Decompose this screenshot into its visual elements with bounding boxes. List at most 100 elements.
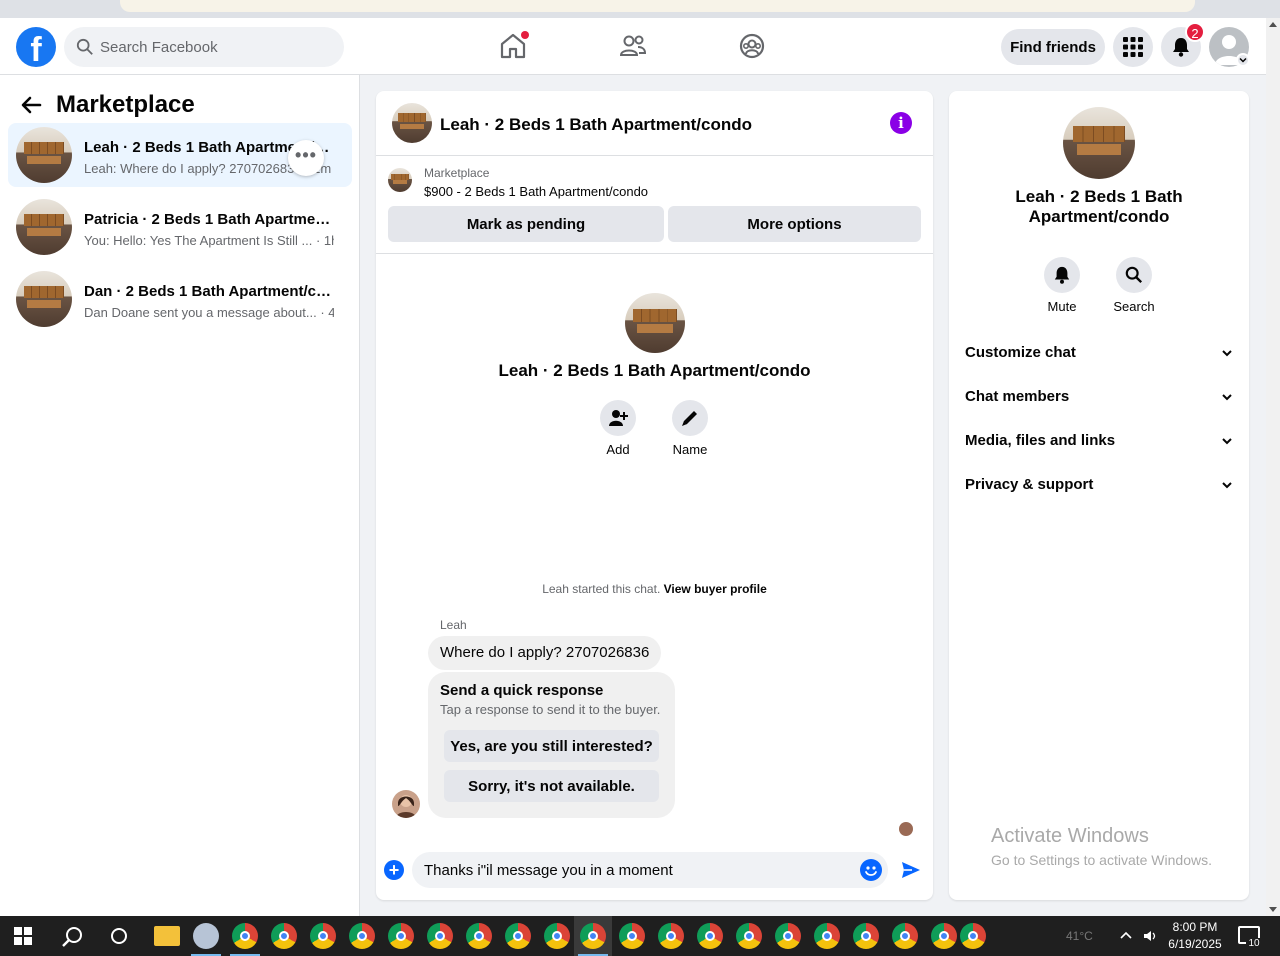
page-scrollbar[interactable]: [1266, 18, 1280, 916]
chat-item-title: Dan · 2 Beds 1 Bath Apartment/condo: [84, 283, 334, 300]
privacy-support-row[interactable]: Privacy & support: [957, 463, 1241, 507]
compose-box[interactable]: [412, 852, 888, 888]
media-files-links-row[interactable]: Media, files and links: [957, 419, 1241, 463]
mark-as-pending-button[interactable]: Mark as pending: [388, 206, 664, 242]
bell-icon: [1054, 266, 1070, 284]
chrome-icon[interactable]: [466, 923, 492, 949]
clock-date: 6/19/2025: [1168, 937, 1222, 951]
chrome-icon[interactable]: [349, 923, 375, 949]
section-label: Chat members: [965, 388, 1070, 405]
more-options-button[interactable]: More options: [668, 206, 921, 242]
more-options-icon[interactable]: •••: [288, 140, 324, 176]
incoming-message-bubble[interactable]: Where do I apply? 2707026836: [428, 636, 662, 670]
address-bar[interactable]: [120, 0, 1195, 12]
back-arrow-icon[interactable]: [20, 94, 42, 116]
top-navigation: f Find friends 2: [0, 18, 1266, 75]
scroll-up-arrow-icon[interactable]: [1269, 22, 1277, 27]
chevron-down-icon: [1222, 438, 1232, 445]
mute-label: Mute: [1047, 299, 1077, 314]
search-action[interactable]: Search: [1104, 257, 1164, 314]
volume-icon[interactable]: [1142, 928, 1158, 944]
quick-reply-button-not-available[interactable]: Sorry, it's not available.: [444, 770, 659, 802]
system-message-text: Leah started this chat.: [542, 582, 661, 596]
view-buyer-profile-link[interactable]: View buyer profile: [664, 582, 767, 596]
chrome-icon[interactable]: [619, 923, 645, 949]
listing-thumbnail: [16, 127, 72, 183]
find-friends-button[interactable]: Find friends: [1001, 29, 1105, 65]
chrome-icon[interactable]: [814, 923, 840, 949]
chat-header-thumbnail[interactable]: [392, 103, 432, 143]
chat-item-preview: You: Hello: Yes The Apartment Is Still .…: [84, 233, 334, 248]
grid-menu-icon: [1123, 37, 1143, 57]
name-action[interactable]: Name: [660, 400, 720, 457]
chrome-icon[interactable]: [853, 923, 879, 949]
activate-windows-watermark: Activate Windows Go to Settings to activ…: [991, 825, 1212, 868]
quick-response-subtitle: Tap a response to send it to the buyer.: [440, 702, 661, 717]
chat-list-item[interactable]: Leah · 2 Beds 1 Bath Apartment/condo Lea…: [8, 123, 352, 187]
windows-start-icon[interactable]: [14, 927, 32, 945]
watermark-line-2: Go to Settings to activate Windows.: [991, 852, 1212, 868]
chrome-icon[interactable]: [736, 923, 762, 949]
chrome-icon[interactable]: [775, 923, 801, 949]
chrome-icon[interactable]: [892, 923, 918, 949]
file-explorer-icon[interactable]: [154, 926, 180, 946]
name-label: Name: [672, 442, 708, 457]
menu-button[interactable]: [1113, 27, 1153, 67]
section-label: Privacy & support: [965, 476, 1094, 493]
chat-list-item[interactable]: Patricia · 2 Beds 1 Bath Apartment/condo…: [8, 195, 352, 259]
facebook-logo-icon[interactable]: f: [16, 27, 56, 67]
chrome-icon[interactable]: [427, 923, 453, 949]
chrome-icon[interactable]: [310, 923, 336, 949]
chat-list-item[interactable]: Dan · 2 Beds 1 Bath Apartment/condo Dan …: [8, 267, 352, 331]
chrome-icon[interactable]: [232, 923, 258, 949]
chevron-down-icon: [1222, 394, 1232, 401]
chrome-icon[interactable]: [697, 923, 723, 949]
taskbar-search-icon[interactable]: [60, 925, 84, 949]
chat-started-message: Leah started this chat. View buyer profi…: [376, 582, 933, 596]
search-icon: [1125, 266, 1143, 284]
chrome-icon[interactable]: [658, 923, 684, 949]
task-view-icon[interactable]: [111, 928, 127, 944]
account-chevron-icon[interactable]: [1236, 53, 1250, 67]
listing-price[interactable]: $900 - 2 Beds 1 Bath Apartment/condo: [424, 184, 648, 199]
search-icon: [76, 38, 93, 55]
quick-reply-button-interested[interactable]: Yes, are you still interested?: [444, 730, 659, 762]
listing-small-thumbnail: [388, 168, 412, 192]
conversation-title: Leah · 2 Beds 1 Bath Apartment/condo: [498, 361, 811, 380]
chrome-icon[interactable]: [388, 923, 414, 949]
search-input[interactable]: [100, 35, 330, 59]
weather-temperature[interactable]: 41°C: [1066, 929, 1093, 943]
search-box[interactable]: [64, 27, 344, 67]
plus-icon[interactable]: +: [384, 860, 404, 880]
chrome-icon[interactable]: [505, 923, 531, 949]
chevron-up-icon[interactable]: [1118, 928, 1134, 944]
scroll-down-arrow-icon[interactable]: [1269, 907, 1277, 912]
paint-app-icon[interactable]: [193, 923, 219, 949]
info-icon[interactable]: i: [890, 112, 912, 134]
marketplace-sidebar: Marketplace Leah · 2 Beds 1 Bath Apartme…: [0, 75, 360, 916]
chat-header-title[interactable]: Leah · 2 Beds 1 Bath Apartment/condo: [440, 115, 752, 135]
chrome-icon[interactable]: [580, 923, 606, 949]
friends-icon[interactable]: [617, 30, 649, 62]
send-icon[interactable]: [900, 859, 922, 881]
chat-panel: Leah · 2 Beds 1 Bath Apartment/condo i M…: [376, 91, 933, 900]
details-thumbnail: [1063, 107, 1135, 179]
groups-icon[interactable]: [736, 30, 768, 62]
mute-action[interactable]: Mute: [1032, 257, 1092, 314]
chrome-icon[interactable]: [544, 923, 570, 949]
pencil-icon: [682, 411, 697, 426]
message-input[interactable]: [424, 858, 844, 882]
details-title: Leah · 2 Beds 1 Bath Apartment/condo: [1015, 187, 1183, 226]
listing-thumbnail: [16, 271, 72, 327]
customize-chat-row[interactable]: Customize chat: [957, 331, 1241, 375]
taskbar-clock[interactable]: 8:00 PM 6/19/2025: [1160, 919, 1230, 953]
add-person-action[interactable]: Add: [588, 400, 648, 457]
chrome-icon[interactable]: [271, 923, 297, 949]
sender-avatar[interactable]: [392, 790, 420, 818]
chat-item-preview: Dan Doane sent you a message about... · …: [84, 305, 334, 320]
chrome-icon[interactable]: [931, 923, 957, 949]
chat-members-row[interactable]: Chat members: [957, 375, 1241, 419]
chat-details-panel: Leah · 2 Beds 1 Bath Apartment/condo Mut…: [949, 91, 1249, 900]
chrome-icon[interactable]: [960, 923, 986, 949]
emoji-icon[interactable]: [860, 859, 882, 881]
